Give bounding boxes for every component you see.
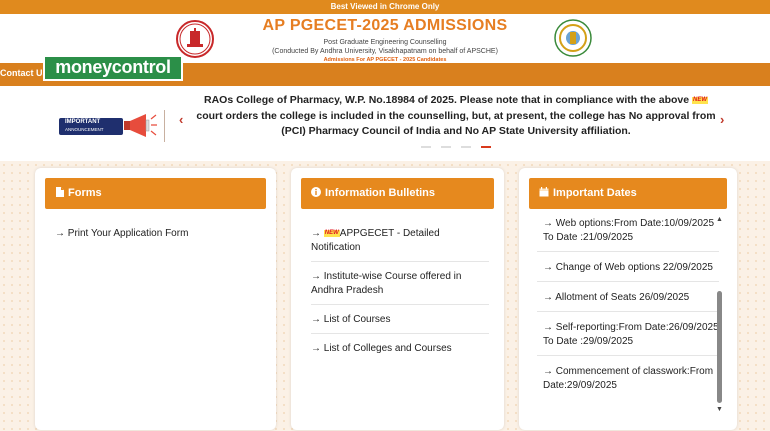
link-institute-wise-courses[interactable]: → Institute-wise Course offered in Andhr… [311,267,489,305]
document-icon [56,187,64,197]
forms-card-title: Forms [68,187,102,199]
carousel-indicators [421,146,501,150]
badge-line2: ANNOUNCEMENT [65,127,104,132]
carousel-dot[interactable] [461,146,471,148]
date-change-web-options: → Change of Web options 22/09/2025 [537,258,719,282]
header-conducted-by: (Conducted By Andhra University, Visakha… [272,48,498,55]
megaphone-icon [124,114,157,137]
link-print-application-form[interactable]: → Print Your Application Form [55,224,261,244]
calendar-icon [539,187,549,197]
link-list-of-colleges[interactable]: → List of Colleges and Courses [311,339,489,362]
bulletins-card-header: Information Bulletins [301,178,494,209]
date-allotment-seats: → Allotment of Seats 26/09/2025 [537,288,719,312]
scrollbar-thumb[interactable] [717,291,722,403]
important-dates-card: Important Dates → Web options:From Date:… [519,168,737,430]
date-commencement-classwork: → Commencement of classwork:From Date:29… [543,366,714,391]
link-list-of-courses[interactable]: → List of Courses [311,310,489,334]
moneycontrol-watermark: moneycontrol [43,55,183,81]
date-web-options: → Web options:From Date:10/09/2025 To Da… [537,214,719,252]
new-badge-icon: NEW [323,229,340,237]
dates-card-title: Important Dates [553,187,637,199]
andhra-university-logo-icon [176,20,214,58]
ap-government-emblem-icon [553,18,593,58]
dates-scrollbar[interactable]: ▲ ▼ [716,216,724,416]
carousel-dot-active[interactable] [481,146,491,148]
carousel-next-button[interactable]: › [720,112,724,127]
announcement-text: RAOs College of Pharmacy, W.P. No.18984 … [196,93,716,140]
dates-card-header: Important Dates [529,178,727,209]
page-title: AP PGECET-2025 ADMISSIONS [262,17,508,34]
new-badge-icon: NEW [692,96,709,104]
carousel-prev-button[interactable]: ‹ [179,112,183,127]
information-bulletins-card: Information Bulletins → NEWAPPGECET - De… [291,168,504,430]
browser-notice: Best Viewed in Chrome Only [0,0,770,14]
important-announcement-badge: IMPORTANT ANNOUNCEMENT [59,118,123,135]
scroll-up-icon[interactable]: ▲ [716,216,723,223]
bulletins-card-title: Information Bulletins [325,187,435,199]
scroll-down-icon[interactable]: ▼ [716,406,723,413]
nav-contact-us[interactable]: Contact Us [0,68,48,78]
separator [164,110,165,142]
carousel-dot[interactable] [441,146,451,148]
header-subtitle: Post Graduate Engineering Counselling [323,39,447,46]
info-icon [311,187,321,197]
announcement-line2: court orders the college is included in … [196,109,716,138]
dates-scroll-list[interactable]: → Web options:From Date:10/09/2025 To Da… [537,214,719,419]
carousel-dot[interactable] [421,146,431,148]
forms-card: Forms → Print Your Application Form [35,168,276,430]
announcement-line1: RAOs College of Pharmacy, W.P. No.18984 … [203,94,690,106]
announcement-carousel: IMPORTANT ANNOUNCEMENT ‹ RAOs College of… [0,86,770,161]
badge-line1: IMPORTANT [65,119,101,125]
link-detailed-notification[interactable]: → NEWAPPGECET - Detailed Notification [311,224,489,262]
date-self-reporting: → Self-reporting:From Date:26/09/2025 To… [537,318,719,356]
arrow-prefix: → [311,228,324,239]
forms-card-header: Forms [45,178,266,209]
